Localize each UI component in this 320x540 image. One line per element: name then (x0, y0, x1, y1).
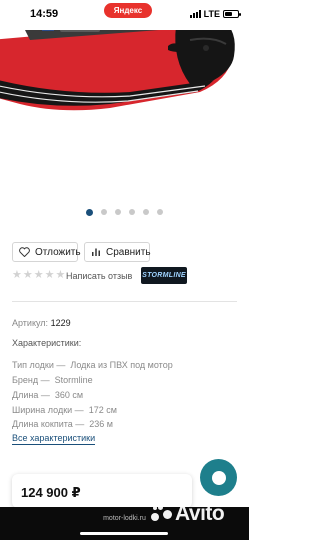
spec-row: Ширина лодки — 172 см (12, 405, 117, 415)
status-bar: 14:59 Яндекс LTE (0, 0, 249, 30)
specs-title: Характеристики: (12, 338, 82, 348)
status-time: 14:59 (30, 8, 59, 20)
spec-row: Длина — 360 см (12, 390, 83, 400)
home-indicator[interactable] (80, 532, 168, 535)
avito-watermark: Avito (151, 502, 225, 526)
spec-value: 360 см (54, 390, 84, 400)
article-label: Артикул: (12, 318, 49, 328)
spec-value: Stormline (54, 375, 93, 385)
compare-button[interactable]: Сравнить (84, 242, 151, 262)
star-icon[interactable]: ★ (45, 270, 55, 281)
spec-label: Тип лодки — (12, 360, 66, 370)
boat-image (0, 10, 235, 111)
spec-value: 172 см (88, 405, 117, 415)
spec-value: Лодка из ПВХ под мотор (70, 360, 173, 370)
compare-label: Сравнить (106, 246, 151, 258)
article-row: Артикул: 1229 (12, 318, 71, 328)
compare-icon (92, 248, 100, 256)
gallery-dot[interactable] (115, 209, 121, 215)
network-label: LTE (203, 9, 220, 19)
spec-row: Длина кокпита — 236 м (12, 419, 113, 429)
star-icon[interactable]: ★ (12, 270, 22, 281)
rating-stars[interactable]: ★ ★ ★ ★ ★ (12, 270, 65, 281)
star-icon[interactable]: ★ (23, 270, 33, 281)
browser-pill[interactable]: Яндекс (104, 3, 152, 18)
gallery-dot[interactable] (129, 209, 135, 215)
spec-label: Ширина лодки — (12, 405, 84, 415)
chat-icon (211, 470, 226, 485)
signal-icon (189, 10, 201, 18)
spec-row: Тип лодки — Лодка из ПВХ под мотор (12, 360, 173, 370)
article-value: 1229 (50, 318, 71, 328)
star-icon[interactable]: ★ (34, 270, 44, 281)
heart-icon (19, 247, 30, 257)
chat-button[interactable] (200, 459, 237, 496)
gallery-dot[interactable] (86, 208, 93, 216)
spec-value: 236 м (89, 419, 113, 429)
battery-icon (223, 10, 241, 18)
gallery-dot[interactable] (143, 209, 149, 215)
avito-logo-icon (151, 503, 173, 525)
divider (12, 301, 237, 302)
spec-label: Бренд — (12, 375, 50, 385)
brand-logo[interactable]: STORMLINE (141, 267, 187, 284)
favorite-label: Отложить (35, 246, 81, 258)
star-icon[interactable]: ★ (56, 270, 66, 281)
avito-watermark-text: Avito (175, 502, 225, 525)
status-indicators: LTE (189, 9, 241, 19)
favorite-button[interactable]: Отложить (12, 242, 81, 262)
spec-label: Длина — (12, 390, 50, 400)
product-photo[interactable] (0, 0, 249, 200)
price: 124 900 ₽ (21, 485, 81, 500)
all-specs-link[interactable]: Все характеристики (12, 433, 96, 445)
gallery-pagination (0, 208, 249, 216)
write-review-link[interactable]: Написать отзыв (66, 271, 132, 281)
gallery-dot[interactable] (101, 209, 107, 215)
spec-row: Бренд — Stormline (12, 375, 93, 385)
gallery-dot[interactable] (157, 209, 163, 215)
spec-label: Длина кокпита — (12, 419, 85, 429)
